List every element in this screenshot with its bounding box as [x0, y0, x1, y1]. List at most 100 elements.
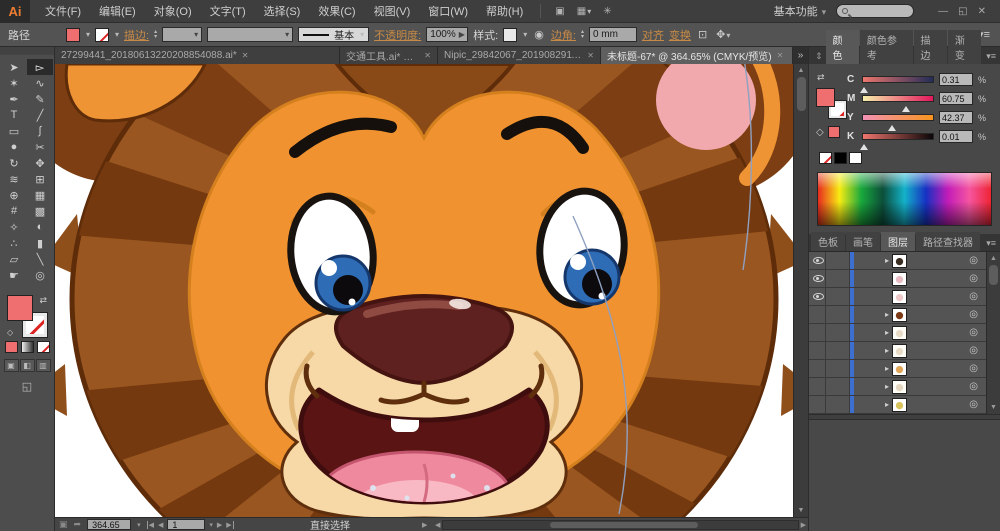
menu-文件(F)[interactable]: 文件(F) [36, 0, 90, 23]
scroll-right-icon[interactable]: ▶ [801, 521, 806, 529]
visibility-toggle[interactable] [811, 396, 826, 413]
tool-slice[interactable]: ╲ [27, 251, 53, 267]
tool-rectangle[interactable]: ▭ [1, 123, 27, 139]
gamut-swatch[interactable] [828, 126, 840, 138]
prev-artboard-icon[interactable]: ◀ [158, 521, 163, 529]
layer-thumbnail[interactable] [892, 344, 907, 358]
tool-scissors[interactable]: ✂ [27, 139, 53, 155]
align-link[interactable]: 对齐 [642, 27, 664, 43]
tool-mesh[interactable]: # [1, 203, 27, 219]
tool-hand[interactable]: ☛ [1, 267, 27, 283]
swap-fill-stroke-icon[interactable]: ⇄ [817, 72, 825, 83]
layers-scroll-thumb[interactable] [989, 265, 998, 285]
scroll-left-icon[interactable]: ◀ [435, 521, 440, 529]
status-expand-icon[interactable]: ▶ [422, 521, 427, 529]
chevron-down-icon[interactable]: ▾ [86, 30, 90, 39]
color-button[interactable] [5, 341, 18, 353]
opacity-field[interactable]: 100%▶ [426, 27, 468, 42]
panel-menu-icon[interactable]: ▾≡ [982, 49, 1000, 64]
style-swatch[interactable] [503, 28, 517, 42]
search-input[interactable] [852, 6, 908, 16]
document-tab[interactable]: 交通工具.ai* @ _✕ [340, 47, 438, 64]
lock-cell[interactable] [826, 342, 850, 359]
bounding-box-icon[interactable]: ⊡ [696, 28, 709, 41]
target-icon[interactable]: ◎ [969, 399, 978, 410]
scroll-up-icon[interactable]: ▲ [990, 252, 997, 265]
layer-thumbnail[interactable] [892, 326, 907, 340]
tab-颜色[interactable]: 颜色 [826, 30, 859, 64]
visibility-toggle[interactable] [811, 342, 826, 359]
tool-blend[interactable]: ◐ [27, 219, 53, 235]
expand-icon[interactable]: ▸ [854, 400, 892, 409]
first-artboard-icon[interactable]: ◀ [147, 521, 154, 529]
out-of-gamut-icon[interactable]: ◇ [816, 127, 824, 138]
chevron-down-icon[interactable]: ▾ [115, 30, 119, 39]
stroke-width-field[interactable]: ▾ [162, 27, 202, 42]
menu-文字(T)[interactable]: 文字(T) [201, 0, 255, 23]
zoom-level-field[interactable]: 364.65 [87, 519, 131, 530]
tab-overflow-icon[interactable]: » [793, 47, 808, 64]
tool-gradient[interactable]: ▩ [27, 203, 53, 219]
tool-lasso[interactable]: ∿ [27, 75, 53, 91]
tool-symbol-sprayer[interactable]: ∴ [1, 235, 27, 251]
layer-row[interactable]: ▸◎ [809, 360, 1000, 378]
tab-close-icon[interactable]: ✕ [242, 51, 249, 60]
stroke-width-stepper[interactable]: ▴▾ [154, 30, 157, 40]
next-artboard-icon[interactable]: ▶ [217, 521, 222, 529]
corner-field[interactable]: 0 mm [589, 27, 637, 42]
tab-描边[interactable]: 描边 [914, 30, 947, 64]
tool-zoom[interactable]: ◎ [27, 267, 53, 283]
corner-link[interactable]: 边角: [551, 27, 576, 43]
fill-color-swatch[interactable] [66, 28, 80, 42]
scroll-down-icon[interactable]: ▼ [798, 504, 805, 517]
lock-cell[interactable] [826, 270, 850, 287]
tool-shape-builder[interactable]: ⊕ [1, 187, 27, 203]
layer-row[interactable]: ◎ [809, 270, 1000, 288]
tool-blob-brush[interactable]: ● [1, 139, 27, 155]
tool-width[interactable]: ≋ [1, 171, 27, 187]
tab-颜色参考[interactable]: 颜色参考 [860, 30, 913, 64]
tools-drag-handle[interactable] [0, 47, 54, 55]
channel-slider[interactable] [862, 133, 934, 140]
visibility-toggle[interactable] [811, 270, 826, 287]
black-swatch[interactable] [834, 152, 847, 164]
channel-value-field[interactable]: 0.31 [939, 73, 973, 86]
tool-column-graph[interactable]: ▮ [27, 235, 53, 251]
draw-inside-icon[interactable]: ▥ [36, 359, 51, 372]
slider-thumb[interactable] [860, 140, 868, 150]
default-fill-stroke-icon[interactable]: ◇ [7, 328, 13, 337]
opacity-link[interactable]: 不透明度: [374, 27, 421, 43]
visibility-toggle[interactable] [811, 324, 826, 341]
visibility-toggle[interactable] [811, 288, 826, 305]
expand-icon[interactable]: ▸ [854, 382, 892, 391]
horizontal-scrollbar[interactable]: ◀ ▶ [435, 519, 806, 530]
zoom-dropdown-icon[interactable]: ▾ [137, 521, 141, 529]
tool-live-paint-bucket[interactable]: ▦ [27, 187, 53, 203]
visibility-toggle[interactable] [811, 378, 826, 395]
tool-free-transform[interactable]: ✥ [27, 155, 53, 171]
draw-normal-icon[interactable]: ▣ [4, 359, 19, 372]
variable-width-profile[interactable]: ▾ [207, 27, 293, 42]
lock-cell[interactable] [826, 324, 850, 341]
slider-thumb[interactable] [902, 102, 910, 112]
artboard-canvas[interactable] [55, 64, 793, 517]
cs-live-icon[interactable]: ✳ [597, 4, 617, 19]
swap-fill-stroke-icon[interactable]: ⇄ [39, 295, 47, 306]
draw-behind-icon[interactable]: ◧ [20, 359, 35, 372]
expand-icon[interactable]: ▸ [854, 310, 892, 319]
lock-cell[interactable] [826, 396, 850, 413]
menu-选择(S)[interactable]: 选择(S) [255, 0, 310, 23]
transform-link[interactable]: 变换 [669, 27, 691, 43]
tab-close-icon[interactable]: ✕ [424, 51, 431, 60]
tool-artboard[interactable]: ▱ [1, 251, 27, 267]
stroke-color-swatch[interactable] [95, 28, 109, 42]
workspace-switcher[interactable]: 基本功能▾ [774, 3, 827, 19]
target-icon[interactable]: ◎ [969, 345, 978, 356]
menu-帮助(H)[interactable]: 帮助(H) [477, 0, 532, 23]
channel-value-field[interactable]: 42.37 [939, 111, 973, 124]
layer-thumbnail[interactable] [892, 380, 907, 394]
layer-row[interactable]: ▸◎ [809, 396, 1000, 414]
tool-line-segment[interactable]: ╱ [27, 107, 53, 123]
visibility-toggle[interactable] [811, 306, 826, 323]
close-button[interactable]: ✕ [978, 6, 986, 17]
